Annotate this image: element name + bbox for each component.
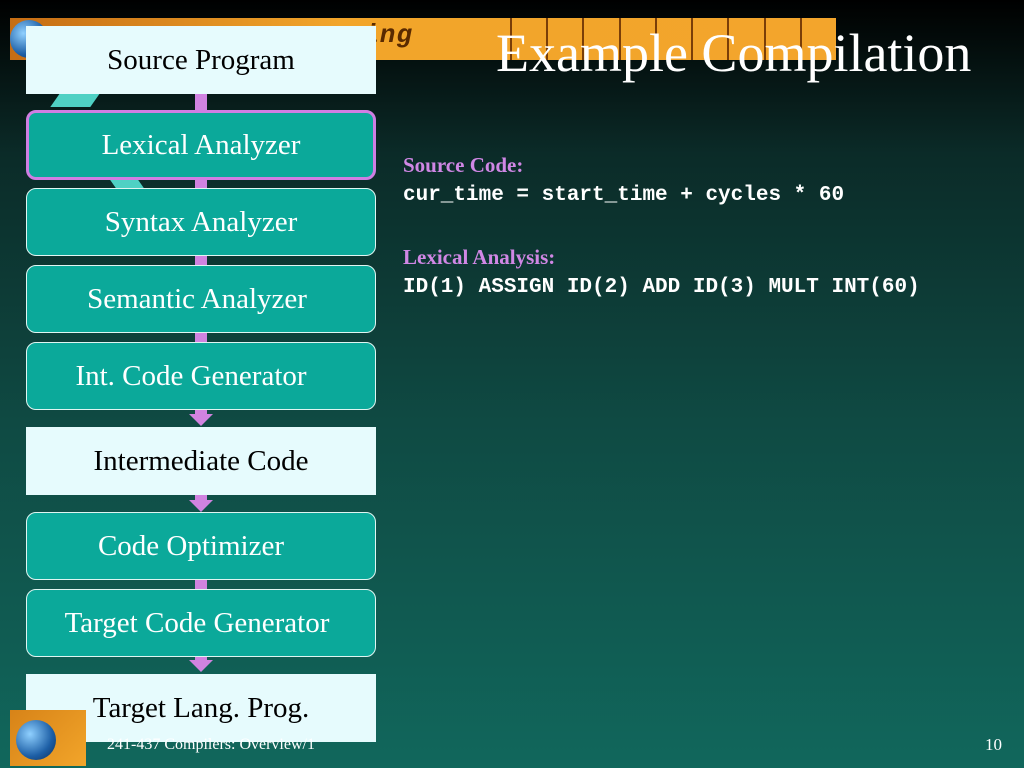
slide-title: Example Compilation xyxy=(496,23,972,83)
stage-int-code-generator: Int. Code Generator xyxy=(26,342,376,410)
stage-label: Source Program xyxy=(107,43,295,76)
stage-syntax-analyzer: Syntax Analyzer xyxy=(26,188,376,256)
page-number: 10 xyxy=(985,735,1002,754)
stage-label: Int. Code Generator xyxy=(75,359,307,392)
arrow-down-icon xyxy=(189,500,213,512)
stage-intermediate-code: Intermediate Code xyxy=(26,427,376,495)
lexical-analysis-output: ID(1) ASSIGN ID(2) ADD ID(3) MULT INT(60… xyxy=(403,276,920,299)
stage-label: Syntax Analyzer xyxy=(104,205,298,238)
stage-label: Code Optimizer xyxy=(97,529,285,562)
source-code-label: Source Code: xyxy=(403,153,524,177)
arrow-down-icon xyxy=(189,414,213,426)
footer-course: 241-437 Compilers: Overview/1 xyxy=(107,736,315,753)
arrow-down-icon xyxy=(189,660,213,672)
footer-logo-icon xyxy=(10,710,86,766)
source-code-text: cur_time = start_time + cycles * 60 xyxy=(403,184,845,207)
stage-code-optimizer: Code Optimizer xyxy=(26,512,376,580)
stage-label: Target Code Generator xyxy=(64,606,330,639)
stage-label: Target Lang. Prog. xyxy=(92,691,310,724)
stage-source-program: Source Program xyxy=(26,26,376,94)
stage-label: Intermediate Code xyxy=(93,444,309,477)
stage-lexical-analyzer: Lexical Analyzer xyxy=(26,110,376,180)
stage-target-code-generator: Target Code Generator xyxy=(26,589,376,657)
stage-label: Lexical Analyzer xyxy=(101,128,301,161)
stage-label: Semantic Analyzer xyxy=(87,282,307,315)
lexical-analysis-label: Lexical Analysis: xyxy=(403,245,556,269)
stage-semantic-analyzer: Semantic Analyzer xyxy=(26,265,376,333)
